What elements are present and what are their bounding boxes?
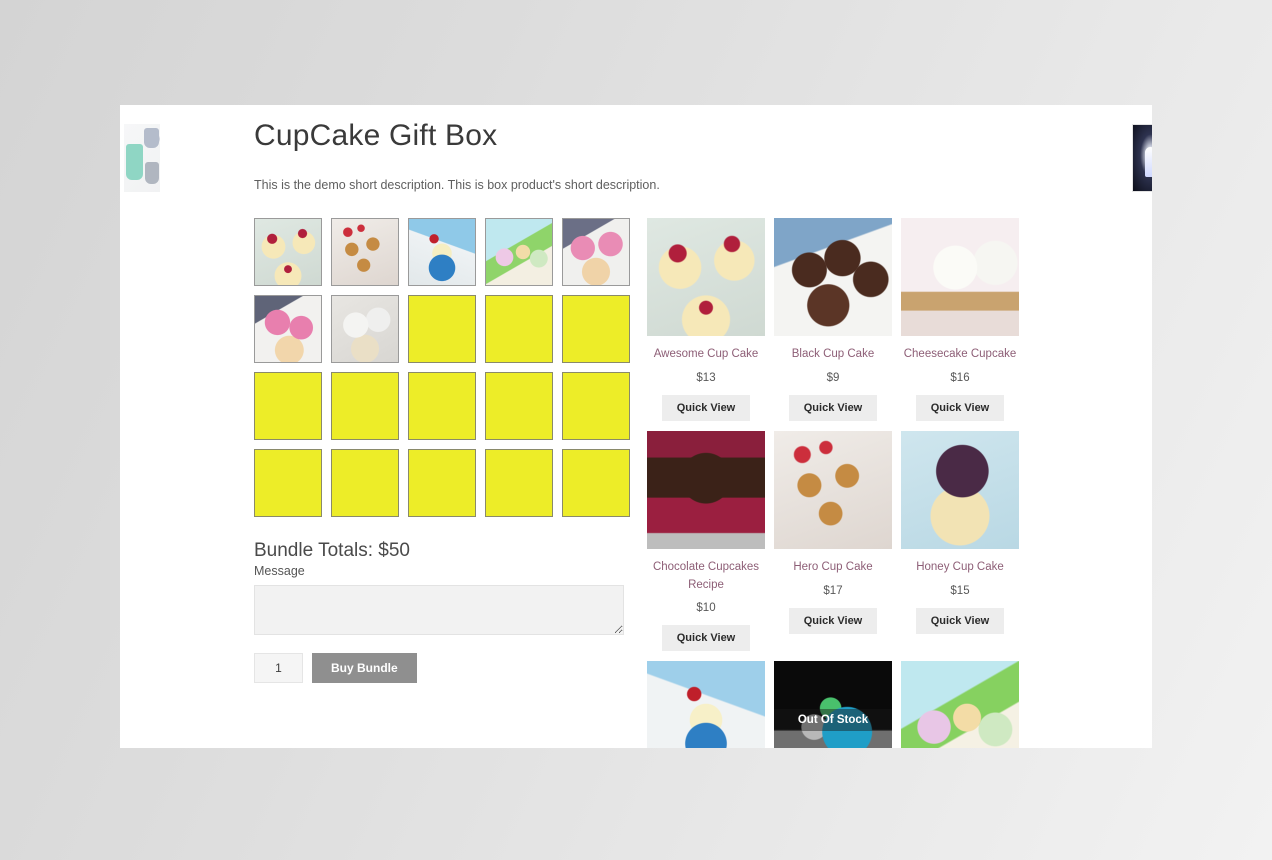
bundle-slot-empty[interactable] xyxy=(331,449,399,517)
product-content: CupCake Gift Box This is the demo short … xyxy=(254,105,1034,748)
product-name-link[interactable]: Honey Cup Cake xyxy=(901,559,1019,577)
product-card: Honey Cup Cake $15 Quick View xyxy=(901,430,1019,634)
quick-view-button[interactable]: Quick View xyxy=(662,394,750,421)
bundle-slot-empty[interactable] xyxy=(485,372,553,440)
page-title: CupCake Gift Box xyxy=(254,119,498,152)
bundle-slot-empty[interactable] xyxy=(562,372,630,440)
product-card: Out Of Stock xyxy=(774,661,892,748)
left-edge-product-image[interactable] xyxy=(124,124,160,192)
product-thumbnail[interactable]: Out Of Stock xyxy=(774,661,892,748)
product-thumbnail[interactable] xyxy=(901,218,1019,336)
product-price: $15 xyxy=(950,584,970,597)
bundle-slot-filled[interactable] xyxy=(331,218,399,286)
message-input[interactable] xyxy=(254,585,624,635)
product-list-column: Awesome Cup Cake $13 Quick View Black Cup C… xyxy=(647,218,1035,748)
product-image xyxy=(901,661,1019,748)
product-image xyxy=(647,661,765,748)
bundle-slot-empty[interactable] xyxy=(562,449,630,517)
bundle-slot-empty[interactable] xyxy=(485,449,553,517)
quick-view-button[interactable]: Quick View xyxy=(916,607,1004,634)
bundle-slot-filled[interactable] xyxy=(485,218,553,286)
product-image xyxy=(901,218,1019,336)
bundle-slot-thumbnail xyxy=(255,296,321,362)
buy-bundle-button[interactable]: Buy Bundle xyxy=(312,653,417,683)
out-of-stock-badge: Out Of Stock xyxy=(774,709,892,732)
product-card xyxy=(901,661,1019,748)
product-name-link[interactable]: Awesome Cup Cake xyxy=(647,346,765,364)
product-thumbnail[interactable] xyxy=(647,218,765,336)
product-image xyxy=(774,661,892,748)
hoodie-shape-gray-bottom xyxy=(145,162,159,184)
product-card xyxy=(647,661,765,748)
bundle-slot-empty[interactable] xyxy=(562,295,630,363)
product-name-link[interactable]: Black Cup Cake xyxy=(774,346,892,364)
bundle-slot-thumbnail xyxy=(563,219,629,285)
quick-view-button[interactable]: Quick View xyxy=(916,394,1004,421)
product-image xyxy=(901,430,1019,549)
quick-view-button[interactable]: Quick View xyxy=(789,607,877,634)
short-description: This is the demo short description. This… xyxy=(254,178,660,192)
bundle-slot-thumbnail xyxy=(409,219,475,285)
bundle-slot-filled[interactable] xyxy=(254,295,322,363)
bundle-slot-thumbnail xyxy=(332,296,398,362)
product-image xyxy=(774,430,892,549)
purchase-row: Buy Bundle xyxy=(254,653,646,683)
product-name-link[interactable]: Cheesecake Cupcake xyxy=(901,346,1019,364)
product-thumbnail[interactable] xyxy=(901,661,1019,748)
bundle-slot-empty[interactable] xyxy=(408,295,476,363)
bundle-slot-empty[interactable] xyxy=(254,449,322,517)
product-card: Awesome Cup Cake $13 Quick View xyxy=(647,218,765,421)
page-sheet: CupCake Gift Box This is the demo short … xyxy=(120,105,1152,748)
bundle-slot-filled[interactable] xyxy=(408,218,476,286)
product-name-link[interactable]: Hero Cup Cake xyxy=(774,559,892,577)
hoodie-shape-teal xyxy=(126,144,143,180)
product-image xyxy=(647,218,765,336)
product-image xyxy=(774,218,892,336)
bundle-slot-filled[interactable] xyxy=(254,218,322,286)
product-grid: Awesome Cup Cake $13 Quick View Black Cup C… xyxy=(647,218,1035,748)
bundle-slot-thumbnail xyxy=(255,219,321,285)
bundle-slot-empty[interactable] xyxy=(254,372,322,440)
bundle-slot-filled[interactable] xyxy=(331,295,399,363)
product-price: $13 xyxy=(696,371,716,384)
product-thumbnail[interactable] xyxy=(647,430,765,549)
quantity-input[interactable] xyxy=(254,653,303,683)
product-thumbnail[interactable] xyxy=(901,430,1019,549)
product-price: $9 xyxy=(826,371,840,384)
bundle-slot-thumbnail xyxy=(486,219,552,285)
bundle-slot-empty[interactable] xyxy=(331,372,399,440)
product-card: Hero Cup Cake $17 Quick View xyxy=(774,430,892,634)
hoodie-shape-gray-top xyxy=(144,128,159,148)
right-edge-product-image[interactable] xyxy=(1132,124,1152,192)
bundle-slot-empty[interactable] xyxy=(485,295,553,363)
product-card: Cheesecake Cupcake $16 Quick View xyxy=(901,218,1019,421)
product-thumbnail[interactable] xyxy=(774,218,892,336)
product-image xyxy=(647,430,765,549)
quick-view-button[interactable]: Quick View xyxy=(789,394,877,421)
bundle-slot-filled[interactable] xyxy=(562,218,630,286)
product-price: $17 xyxy=(823,584,843,597)
product-thumbnail[interactable] xyxy=(647,661,765,748)
quick-view-button[interactable]: Quick View xyxy=(662,625,750,652)
columns-wrapper: Bundle Totals: $50 Message Buy Bundle Aw… xyxy=(254,218,1034,748)
bundle-builder-column: Bundle Totals: $50 Message Buy Bundle xyxy=(254,218,646,748)
bundle-totals: Bundle Totals: $50 xyxy=(254,540,410,561)
product-card: Black Cup Cake $9 Quick View xyxy=(774,218,892,421)
product-thumbnail[interactable] xyxy=(774,430,892,549)
product-name-link[interactable]: Chocolate Cupcakes Recipe xyxy=(647,559,765,595)
bundle-slot-empty[interactable] xyxy=(408,449,476,517)
product-price: $16 xyxy=(950,371,970,384)
product-price: $10 xyxy=(696,602,716,615)
product-card: Chocolate Cupcakes Recipe $10 Quick View xyxy=(647,430,765,652)
bundle-slot-thumbnail xyxy=(332,219,398,285)
message-label: Message xyxy=(254,564,305,578)
bundle-slot-empty[interactable] xyxy=(408,372,476,440)
bundle-slot-grid xyxy=(254,218,646,517)
